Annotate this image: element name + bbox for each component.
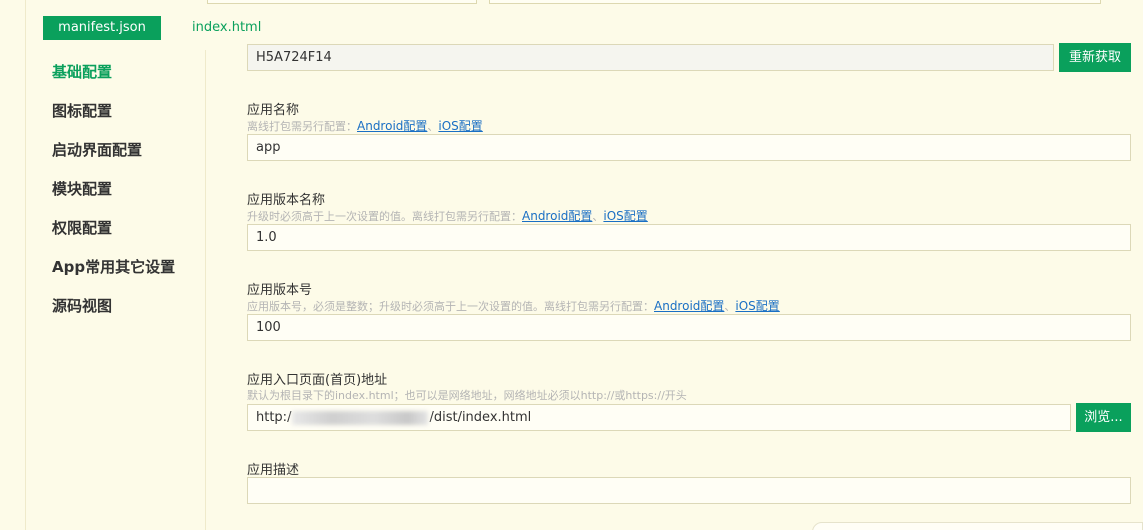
- app-name-hint: 离线打包需另行配置：Android配置、iOS配置: [247, 117, 483, 134]
- sidebar-item-source-view[interactable]: 源码视图: [52, 295, 112, 316]
- version-code-input[interactable]: 100: [247, 314, 1131, 341]
- tab-manifest-json[interactable]: manifest.json: [43, 16, 161, 40]
- version-code-label: 应用版本号: [247, 283, 313, 298]
- top-input-stub-left: [207, 0, 477, 4]
- sidebar-item-splash-config[interactable]: 启动界面配置: [52, 139, 142, 160]
- description-input[interactable]: [247, 477, 1131, 504]
- entry-page-input[interactable]: http:/ /dist/index.html: [247, 404, 1071, 431]
- top-input-stub-right: [489, 0, 1101, 4]
- sidebar-item-icon-config[interactable]: 图标配置: [52, 100, 112, 121]
- entry-url-suffix: /dist/index.html: [429, 410, 532, 425]
- app-name-ios-link[interactable]: iOS配置: [438, 119, 482, 133]
- redacted-host: [292, 410, 429, 425]
- version-name-ios-link[interactable]: iOS配置: [603, 209, 647, 223]
- version-name-android-link[interactable]: Android配置: [522, 209, 592, 223]
- app-name-label: 应用名称: [247, 103, 300, 118]
- entry-page-label: 应用入口页面(首页)地址: [247, 373, 388, 388]
- browse-button[interactable]: 浏览...: [1076, 403, 1131, 432]
- version-code-ios-link[interactable]: iOS配置: [735, 299, 779, 313]
- version-name-hint-text: 升级时必须高于上一次设置的值。离线打包需另行配置：: [247, 210, 522, 223]
- app-name-hint-text: 离线打包需另行配置：: [247, 120, 357, 133]
- version-name-hint: 升级时必须高于上一次设置的值。离线打包需另行配置：Android配置、iOS配置: [247, 207, 648, 224]
- tab-index-html[interactable]: index.html: [192, 16, 261, 40]
- entry-page-hint: 默认为根目录下的index.html；也可以是网络地址，网络地址必须以http:…: [247, 389, 687, 402]
- version-name-label: 应用版本名称: [247, 193, 326, 208]
- sidebar-item-app-other-settings[interactable]: App常用其它设置: [52, 256, 175, 277]
- appid-field: H5A724F14: [247, 44, 1054, 71]
- left-gutter: [0, 0, 26, 530]
- refetch-appid-button[interactable]: 重新获取: [1059, 43, 1131, 72]
- link-separator: 、: [427, 120, 439, 133]
- sidebar-item-module-config[interactable]: 模块配置: [52, 178, 112, 199]
- link-separator: 、: [592, 210, 604, 223]
- description-label: 应用描述: [247, 463, 300, 478]
- sidebar-item-permission-config[interactable]: 权限配置: [52, 217, 112, 238]
- version-code-hint: 应用版本号，必须是整数；升级时必须高于上一次设置的值。离线打包需另行配置：And…: [247, 297, 780, 314]
- sidebar: [26, 50, 206, 530]
- bottom-right-panel-edge: [812, 522, 1143, 530]
- version-name-input[interactable]: 1.0: [247, 224, 1131, 251]
- app-name-input[interactable]: app: [247, 134, 1131, 161]
- link-separator: 、: [724, 300, 736, 313]
- version-code-hint-text: 应用版本号，必须是整数；升级时必须高于上一次设置的值。离线打包需另行配置：: [247, 300, 654, 313]
- version-code-android-link[interactable]: Android配置: [654, 299, 724, 313]
- app-name-android-link[interactable]: Android配置: [357, 119, 427, 133]
- sidebar-item-basic-config[interactable]: 基础配置: [52, 61, 112, 82]
- entry-url-prefix: http:/: [256, 410, 292, 425]
